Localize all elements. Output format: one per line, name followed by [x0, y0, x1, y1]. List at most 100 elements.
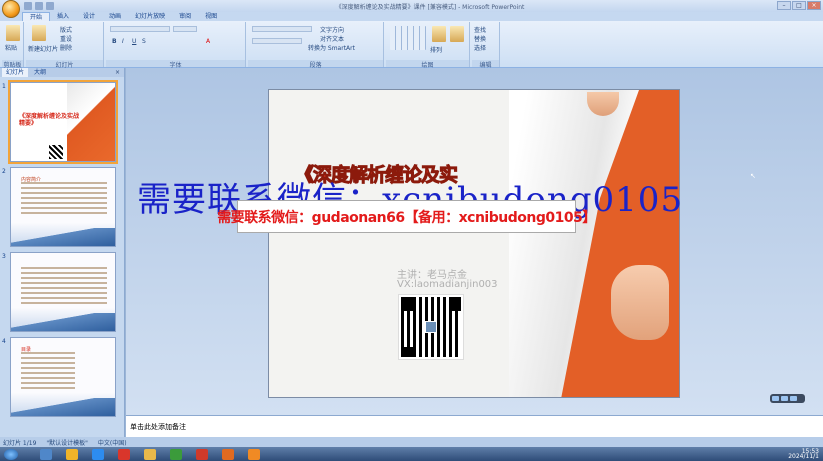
slide-thumbnail-2[interactable]: 内容简介 [10, 167, 116, 247]
shadow-button[interactable]: S [142, 38, 146, 45]
group-font: B I U S A 字体 [106, 22, 246, 69]
slide-counter: 幻灯片 1/19 [3, 439, 37, 447]
status-bar: 幻灯片 1/19 "默认设计模板" 中文(中国) [0, 437, 823, 447]
watermark-banner: 需要联系微信：gudaonan66【备用：xcnibudong0105】 [217, 200, 596, 233]
italic-button[interactable]: I [122, 38, 124, 45]
ribbon: 粘贴 剪贴板 新建幻灯片 版式 重设 删除 幻灯片 B I U S A 字体 文… [0, 21, 823, 69]
smartart-button[interactable]: 转换为 SmartArt [308, 43, 355, 52]
qr-code-image [49, 145, 63, 159]
arrange-icon[interactable] [432, 26, 446, 42]
qr-logo [425, 321, 437, 333]
find-button[interactable]: 查找 [474, 25, 486, 34]
paste-label: 粘贴 [5, 45, 18, 52]
group-label: 段落 [248, 60, 383, 69]
start-button[interactable] [4, 449, 18, 460]
font-color-button[interactable]: A [206, 38, 210, 45]
slide-thumbnail-3[interactable] [10, 252, 116, 332]
browser-icon[interactable] [92, 449, 104, 460]
group-editing: 查找 替换 选择 编辑 [472, 22, 500, 69]
minimize-button[interactable]: – [777, 1, 791, 10]
group-label: 编辑 [472, 60, 499, 69]
underline-button[interactable]: U [132, 38, 136, 45]
wave-graphic [11, 313, 115, 331]
language-indicator: 中文(中国) [97, 439, 127, 447]
taskbar-app-icon[interactable] [248, 449, 260, 460]
slide-thumbnail-4[interactable]: 目录 [10, 337, 116, 417]
thumb-text-lines [21, 267, 107, 307]
notes-pane[interactable]: 单击此处添加备注 [126, 415, 823, 437]
paste-icon[interactable] [6, 25, 20, 41]
taskbar-app-icon[interactable] [144, 449, 156, 460]
thumb-text-lines [21, 352, 75, 392]
hand-graphic [611, 265, 669, 340]
maximize-button[interactable]: □ [792, 1, 806, 10]
slide-editing-area: 主讲：老马点金 VX:laomadianjin003 [126, 68, 823, 415]
folder-icon[interactable] [66, 449, 78, 460]
list-buttons[interactable] [252, 26, 312, 32]
taskbar-app-icon[interactable] [40, 449, 52, 460]
thumb-number: 2 [2, 168, 6, 175]
panel-tabs: 幻灯片 大纲 [0, 68, 124, 77]
tab-outline[interactable]: 大纲 [30, 68, 50, 77]
powerpoint-icon[interactable] [222, 449, 234, 460]
taskbar-app-icon[interactable] [118, 449, 130, 460]
tab-insert[interactable]: 插入 [50, 12, 76, 21]
group-drawing: 排列 绘图 [386, 22, 470, 69]
thumb-number: 1 [2, 83, 6, 90]
select-button[interactable]: 选择 [474, 43, 486, 52]
tab-slides[interactable]: 幻灯片 [2, 68, 29, 77]
reset-button[interactable]: 重设 [60, 34, 72, 43]
notes-placeholder: 单击此处添加备注 [130, 423, 186, 431]
mouse-cursor-icon: ↖ [750, 172, 756, 180]
font-name-dropdown[interactable] [110, 26, 170, 32]
window-title: 《深度解析缠论及实战精要》课件 [兼容模式] - Microsoft Power… [335, 4, 525, 11]
thumb-number: 4 [2, 338, 6, 345]
close-icon[interactable]: × [115, 69, 120, 76]
tab-home[interactable]: 开始 [22, 12, 51, 21]
text-direction-button[interactable]: 文字方向 [320, 25, 344, 34]
wave-graphic [11, 228, 115, 246]
floating-widget[interactable] [770, 394, 805, 403]
redo-icon[interactable] [46, 2, 54, 10]
tab-view[interactable]: 视图 [198, 12, 224, 21]
office-button[interactable] [2, 0, 20, 18]
tab-animation[interactable]: 动画 [102, 12, 128, 21]
replace-button[interactable]: 替换 [474, 34, 486, 43]
watermark-banner-text: 需要联系微信：gudaonan66【备用：xcnibudong0105】 [217, 209, 596, 226]
shapes-gallery[interactable] [390, 26, 426, 50]
bold-button[interactable]: B [112, 38, 117, 45]
group-label: 绘图 [386, 60, 469, 69]
delete-button[interactable]: 删除 [60, 43, 72, 52]
taskbar-app-icon[interactable] [170, 449, 182, 460]
font-size-dropdown[interactable] [173, 26, 197, 32]
quick-access-toolbar [24, 2, 54, 10]
undo-icon[interactable] [35, 2, 43, 10]
thumb-text-lines [21, 182, 107, 217]
system-clock[interactable]: 15:53 2024/11/1 [788, 449, 819, 460]
wechat-text[interactable]: VX:laomadianjin003 [397, 279, 498, 290]
thumb-number: 3 [2, 253, 6, 260]
thumb-title: 《深度解析缠论及实战精要》 [19, 113, 80, 127]
save-icon[interactable] [24, 2, 32, 10]
close-button[interactable]: × [807, 1, 821, 10]
taskbar: 15:53 2024/11/1 [0, 447, 823, 461]
new-slide-icon[interactable] [32, 25, 46, 41]
slide-thumbnail-1[interactable]: 《深度解析缠论及实战精要》 [8, 80, 118, 164]
group-clipboard: 粘贴 剪贴板 [2, 22, 24, 69]
tab-slideshow[interactable]: 幻灯片放映 [128, 12, 172, 21]
layout-button[interactable]: 版式 [60, 25, 72, 34]
ribbon-tabs: 开始 插入 设计 动画 幻灯片放映 审阅 视图 [0, 12, 823, 21]
tab-review[interactable]: 审阅 [172, 12, 198, 21]
taskbar-app-icon[interactable] [196, 449, 208, 460]
group-paragraph: 文字方向 对齐文本 转换为 SmartArt 段落 [248, 22, 384, 69]
align-text-button[interactable]: 对齐文本 [320, 34, 344, 43]
align-buttons[interactable] [252, 38, 302, 44]
slide-canvas[interactable]: 主讲：老马点金 VX:laomadianjin003 [268, 89, 680, 398]
group-slides: 新建幻灯片 版式 重设 删除 幻灯片 [26, 22, 104, 69]
tab-design[interactable]: 设计 [76, 12, 102, 21]
new-slide-label[interactable]: 新建幻灯片 [28, 44, 58, 53]
theme-name: "默认设计模板" [46, 439, 88, 447]
group-label: 剪贴板 [2, 60, 23, 69]
slides-panel: 幻灯片 大纲 × 1 《深度解析缠论及实战精要》 2 内容简介 3 4 目录 [0, 68, 125, 437]
quick-styles-icon[interactable] [450, 26, 464, 42]
